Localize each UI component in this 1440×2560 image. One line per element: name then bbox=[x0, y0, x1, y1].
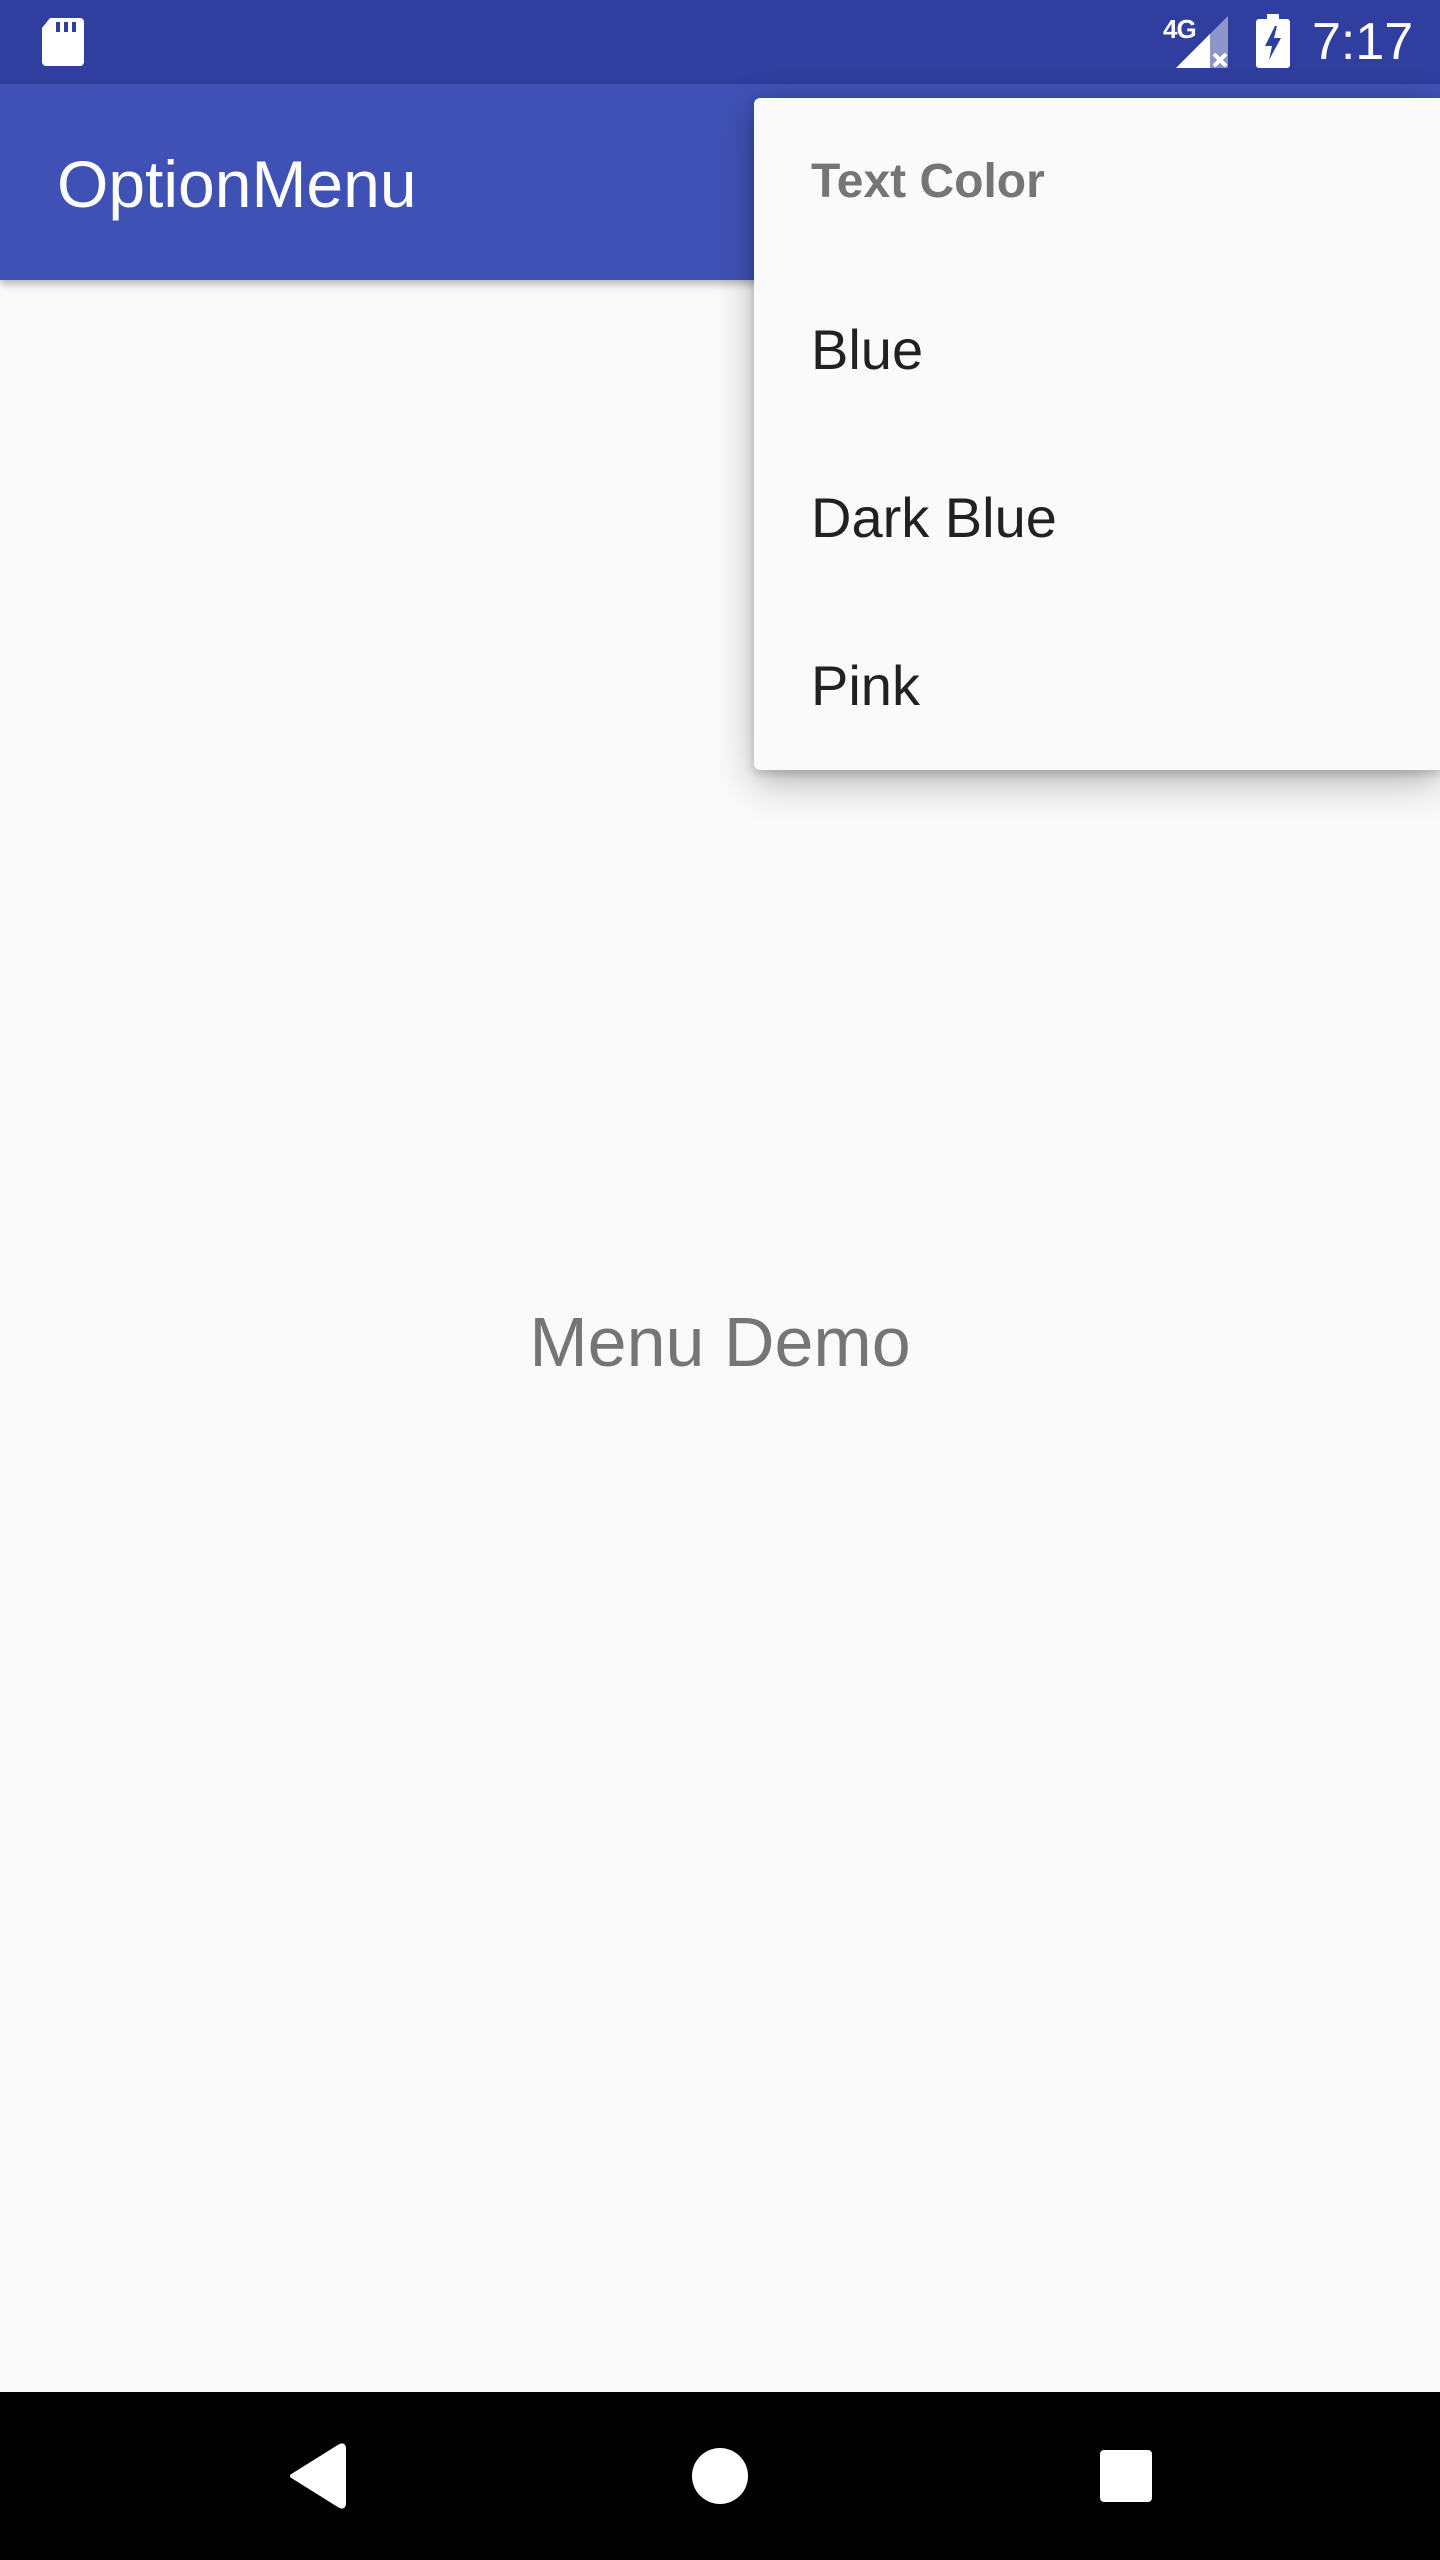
home-icon[interactable] bbox=[670, 2426, 770, 2526]
status-clock: 7:17 bbox=[1312, 13, 1414, 71]
menu-item-pink[interactable]: Pink bbox=[754, 602, 1440, 770]
menu-item-label: Pink bbox=[811, 654, 920, 717]
demo-text: Menu Demo bbox=[529, 1303, 911, 1381]
menu-item-blue[interactable]: Blue bbox=[754, 266, 1440, 434]
navigation-bar bbox=[0, 2392, 1440, 2560]
menu-header-text-color: Text Color bbox=[811, 155, 1045, 208]
menu-item-label: Blue bbox=[811, 318, 924, 381]
menu-item-dark-blue[interactable]: Dark Blue bbox=[754, 434, 1440, 602]
recents-icon[interactable] bbox=[1076, 2426, 1176, 2526]
battery-charging-icon bbox=[1256, 14, 1290, 68]
sd-card-icon bbox=[42, 18, 84, 66]
options-popup-menu: Text Color Blue Dark Blue Pink bbox=[754, 98, 1440, 770]
back-icon[interactable] bbox=[266, 2426, 366, 2526]
menu-item-label: Dark Blue bbox=[811, 486, 1057, 549]
signal-no-data-icon bbox=[1176, 16, 1228, 68]
phone-screen: 4G 7:17 OptionMenu Menu Demo Text Color … bbox=[0, 0, 1440, 2560]
app-title: OptionMenu bbox=[57, 147, 417, 221]
status-bar: 4G 7:17 bbox=[0, 0, 1440, 84]
